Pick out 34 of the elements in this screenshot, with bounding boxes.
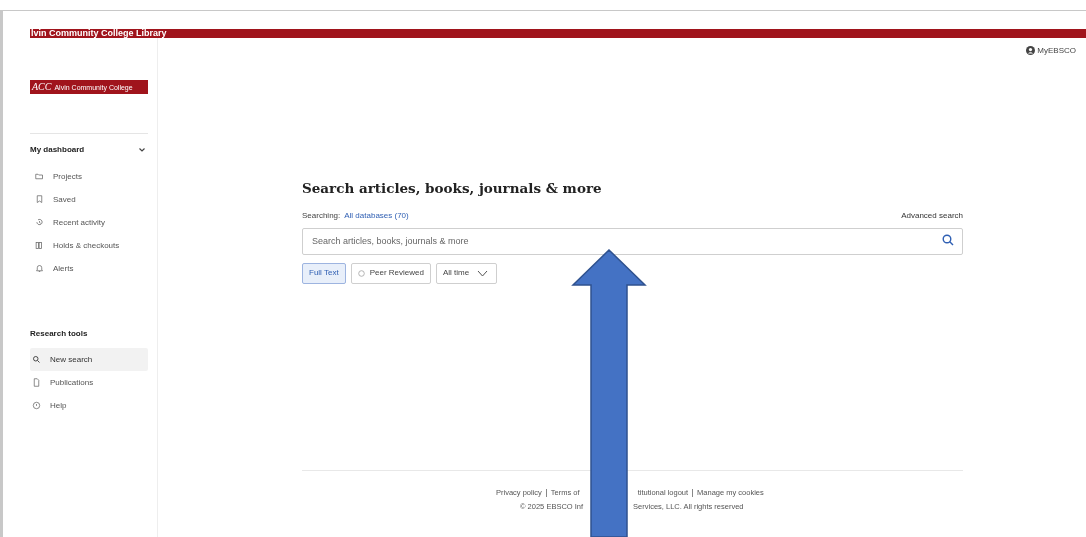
books-icon	[35, 241, 44, 250]
help-icon	[32, 401, 41, 410]
section-heading: My dashboard	[30, 144, 85, 156]
myebsco-link[interactable]: MyEBSCO	[1026, 44, 1076, 57]
section-heading: Research tools	[30, 329, 88, 338]
search-icon[interactable]	[942, 234, 954, 246]
sidebar-item[interactable]: Recent activity	[30, 211, 148, 234]
search-heading: Search articles, books, journals & more	[302, 179, 603, 198]
sidebar-item[interactable]: Projects	[30, 165, 148, 188]
search-field[interactable]: Search articles, books, journals & more	[302, 227, 963, 255]
searching-label: Searching:	[302, 211, 341, 221]
bell-icon	[35, 264, 44, 273]
sidebar-item[interactable]: Saved	[30, 188, 148, 211]
filter-chip[interactable]: Full Text	[302, 262, 346, 284]
library-name: lvin Community College Library	[30, 29, 167, 38]
radio-icon	[357, 269, 365, 277]
date-dropdown[interactable]: All time	[435, 262, 498, 284]
sidebar-item[interactable]: Holds & checkouts	[30, 234, 148, 257]
sidebar-item[interactable]: Alerts	[30, 257, 148, 280]
search-icon	[32, 355, 41, 364]
history-icon	[35, 218, 44, 227]
advanced-search-link[interactable]: Advanced search	[901, 211, 963, 221]
sidebar-item[interactable]: Help	[30, 394, 148, 417]
account-icon	[1026, 46, 1036, 55]
filter-chip[interactable]: Peer Reviewed	[350, 262, 431, 284]
bookmark-icon	[35, 195, 44, 204]
caret-icon	[477, 269, 489, 277]
sidebar-item[interactable]: Publications	[30, 371, 148, 394]
sidebar-item[interactable]: New search	[30, 348, 148, 371]
document-icon	[32, 378, 41, 387]
databases-link[interactable]: All databases (70)	[344, 211, 409, 221]
chevron-icon[interactable]	[138, 146, 146, 154]
logo-mark: ACC	[32, 82, 52, 92]
folder-icon	[35, 172, 44, 181]
